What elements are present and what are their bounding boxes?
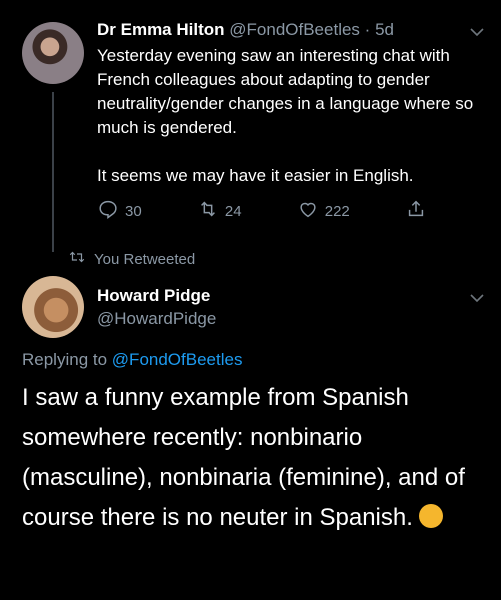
tweet1-handle[interactable]: @FondOfBeetles (229, 20, 360, 39)
chevron-down-icon[interactable] (470, 24, 484, 40)
retweet-icon (68, 250, 86, 268)
heart-icon (297, 198, 319, 224)
tweet1-header: Dr Emma Hilton @FondOfBeetles · 5d (97, 20, 394, 40)
retweet-count: 24 (224, 202, 242, 220)
tweet2-display-name[interactable]: Howard Pidge (97, 286, 210, 306)
chevron-down-icon[interactable] (470, 290, 484, 306)
retweet-notice-text: You Retweeted (94, 250, 196, 268)
tweet2-body: I saw a funny example from Spanish somew… (22, 384, 465, 531)
replying-to-handle-link[interactable]: @FondOfBeetles (112, 350, 243, 369)
retweet-icon (197, 198, 219, 224)
like-button[interactable]: 222 (297, 198, 350, 224)
avatar-howard-pidge[interactable] (22, 276, 84, 338)
reply-count: 30 (125, 202, 142, 220)
replying-to-prefix: Replying to (22, 350, 108, 369)
like-count: 222 (324, 202, 350, 220)
thread-connector-line (52, 92, 54, 252)
tweet1-text: Yesterday evening saw an interesting cha… (97, 46, 474, 185)
replying-to: Replying to @FondOfBeetles (22, 350, 242, 370)
share-button[interactable] (405, 198, 427, 224)
avatar-emma-hilton[interactable] (22, 22, 84, 84)
share-icon (405, 198, 427, 224)
tweet1-actions: 30 24 222 (97, 198, 427, 224)
retweet-notice: You Retweeted (68, 250, 195, 268)
tweet2-text: I saw a funny example from Spanish somew… (22, 378, 482, 538)
tweet2-handle[interactable]: @HowardPidge (97, 309, 216, 329)
tweet1-separator: · (364, 20, 371, 39)
rolling-laughing-emoji-icon (418, 504, 443, 528)
reply-button[interactable]: 30 (97, 198, 142, 224)
tweet1-time[interactable]: 5d (375, 20, 394, 39)
retweet-button[interactable]: 24 (197, 198, 242, 224)
reply-icon (97, 198, 119, 224)
tweet1-display-name[interactable]: Dr Emma Hilton (97, 20, 225, 39)
